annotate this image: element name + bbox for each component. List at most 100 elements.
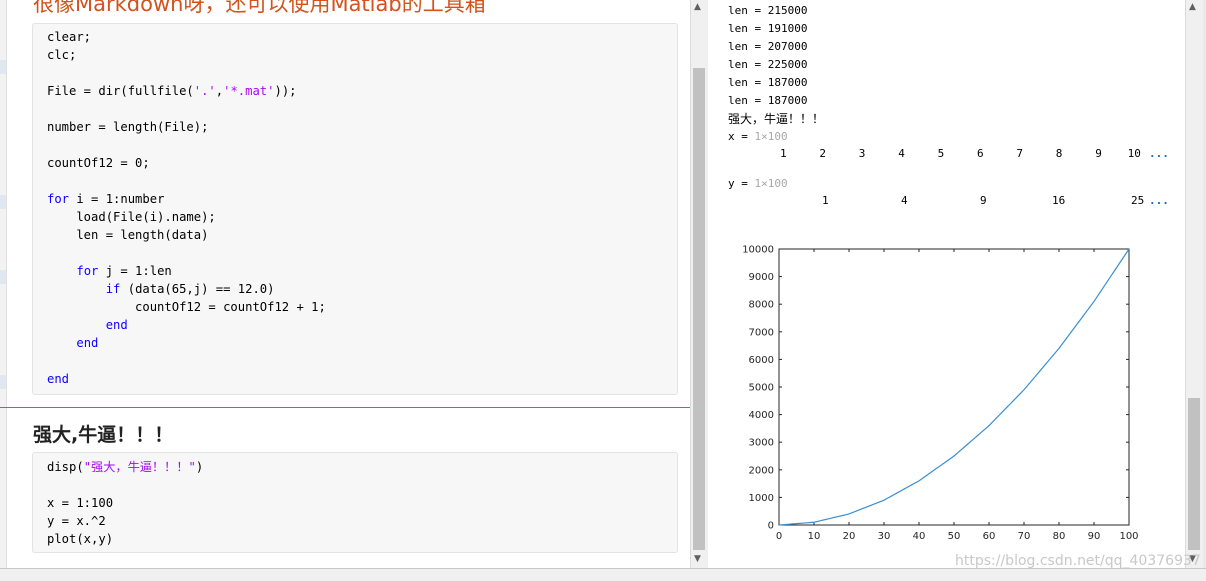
text-heading: 很像Markdown呀，还可以使用Matlab的工具箱 bbox=[33, 0, 486, 16]
x-tick-label: 70 bbox=[1018, 531, 1031, 542]
y-tick-label: 0 bbox=[768, 521, 774, 532]
x-tick-label: 30 bbox=[878, 531, 891, 542]
editor-gutter bbox=[0, 0, 7, 568]
code-line[interactable]: end bbox=[47, 370, 69, 388]
x-size-label: 1×100 bbox=[754, 130, 788, 143]
code-line[interactable]: y = x.^2 bbox=[47, 512, 106, 530]
len-output-line: len = 187000 bbox=[728, 76, 808, 89]
code-text: clc; bbox=[47, 48, 77, 62]
code-keyword: end bbox=[47, 372, 70, 386]
code-keyword: end bbox=[105, 318, 128, 332]
code-keyword: for bbox=[76, 264, 99, 278]
code-string: "强大，牛逼！！！" bbox=[83, 460, 196, 474]
editor-scrollbar[interactable]: ▲ ▼ bbox=[690, 0, 708, 568]
x-tick-label: 40 bbox=[913, 531, 926, 542]
y-variable-header: y = 1×100 bbox=[728, 177, 788, 190]
y-tick-label: 6000 bbox=[749, 355, 774, 366]
len-output-line: len = 207000 bbox=[728, 40, 808, 53]
code-block-1[interactable]: clear; clc; File = dir(fullfile('.','*.mat… bbox=[32, 23, 678, 395]
x-tick-label: 50 bbox=[948, 531, 961, 542]
x-value: 2 bbox=[819, 147, 827, 160]
x-value: 7 bbox=[1016, 147, 1024, 160]
code-string: '.' bbox=[193, 84, 216, 98]
y-tick-label: 2000 bbox=[749, 465, 774, 476]
code-line[interactable]: if (data(65,j) == 12.0) bbox=[47, 280, 275, 298]
y-ellipsis[interactable]: ... bbox=[1149, 194, 1169, 207]
output-scroll-thumb[interactable] bbox=[1188, 398, 1200, 550]
x-tick-label: 10 bbox=[808, 531, 821, 542]
y-tick-label: 4000 bbox=[749, 410, 774, 421]
plot-figure[interactable]: 0 10 20 30 40 50 60 70 80 90 100010002000300040005… bbox=[708, 236, 1185, 566]
output-scrollbar[interactable]: ▲ ▼ bbox=[1185, 0, 1203, 568]
code-text: , bbox=[215, 84, 224, 98]
scroll-up-arrow-icon[interactable]: ▲ bbox=[1189, 2, 1196, 12]
x-tick-label: 0 bbox=[776, 531, 782, 542]
code-line[interactable]: clear; bbox=[47, 28, 91, 46]
code-line[interactable]: disp("强大，牛逼！！！") bbox=[47, 458, 203, 476]
code-line[interactable]: len = length(data) bbox=[47, 226, 208, 244]
y-tick-label: 1000 bbox=[749, 493, 774, 504]
x-value: 4 bbox=[898, 147, 905, 160]
code-line[interactable]: countOf12 = countOf12 + 1; bbox=[47, 298, 326, 316]
code-text: ) bbox=[195, 460, 204, 474]
code-line[interactable]: load(File(i).name); bbox=[47, 208, 215, 226]
code-line[interactable]: clc; bbox=[47, 46, 76, 64]
section-title: 强大,牛逼！！！ bbox=[33, 424, 174, 446]
disp-output: 强大，牛逼！！！ bbox=[728, 112, 825, 126]
code-line[interactable]: end bbox=[47, 316, 128, 334]
len-output-line: len = 187000 bbox=[728, 94, 808, 107]
x-tick-label: 90 bbox=[1088, 531, 1101, 542]
x-variable-header: x = 1×100 bbox=[728, 130, 788, 143]
y-value: 16 bbox=[1052, 194, 1066, 207]
code-text: countOf12 = 0; bbox=[47, 156, 150, 170]
x-value: 1 bbox=[780, 147, 787, 160]
x-ellipsis[interactable]: ... bbox=[1149, 147, 1169, 160]
x-value: 3 bbox=[858, 147, 866, 160]
y-tick-label: 8000 bbox=[749, 300, 774, 311]
code-text: x = 1:100 bbox=[47, 496, 114, 510]
plot-axes-box bbox=[778, 248, 1130, 526]
code-line[interactable]: File = dir(fullfile('.','*.mat')); bbox=[47, 82, 297, 100]
x-value: 8 bbox=[1055, 147, 1063, 160]
code-line[interactable]: plot(x,y) bbox=[47, 530, 113, 548]
x-tick-label: 60 bbox=[983, 531, 996, 542]
code-text: plot(x,y) bbox=[47, 532, 114, 546]
y-tick-label: 10000 bbox=[742, 245, 774, 256]
code-text: disp( bbox=[47, 460, 84, 474]
code-text: (data(65,j) == 12.0) bbox=[120, 282, 275, 296]
y-tick-label: 3000 bbox=[749, 438, 774, 449]
y-value: 9 bbox=[980, 194, 987, 207]
x-value: 5 bbox=[937, 147, 945, 160]
x-value: 6 bbox=[977, 147, 984, 160]
code-line[interactable]: countOf12 = 0; bbox=[47, 154, 150, 172]
code-line[interactable]: number = length(File); bbox=[47, 118, 208, 136]
status-bar bbox=[0, 568, 1206, 581]
watermark: https://blog.csdn.net/qq_40376937 bbox=[955, 553, 1201, 569]
code-text: len = length(data) bbox=[47, 228, 209, 242]
scroll-up-arrow-icon[interactable]: ▲ bbox=[694, 2, 701, 12]
code-block-2[interactable]: disp("强大，牛逼！！！") x = 1:100 y = x.^2 plot(x,… bbox=[32, 452, 678, 553]
y-tick-label: 7000 bbox=[749, 327, 774, 338]
x-tick-label: 80 bbox=[1053, 531, 1066, 542]
x-tick-label: 20 bbox=[843, 531, 856, 542]
y-tick-label: 5000 bbox=[749, 383, 774, 394]
code-line[interactable]: for j = 1:len bbox=[47, 262, 171, 280]
editor-scroll-thumb[interactable] bbox=[693, 68, 705, 550]
x-tick-label: 100 bbox=[1119, 531, 1138, 542]
x-value: 10 bbox=[1127, 147, 1141, 160]
code-line[interactable]: for i = 1:number bbox=[47, 190, 164, 208]
len-output-line: len = 225000 bbox=[728, 58, 808, 71]
scroll-down-arrow-icon[interactable]: ▼ bbox=[694, 554, 701, 564]
live-editor-pane[interactable]: 很像Markdown呀，还可以使用Matlab的工具箱 clear; clc; Fi… bbox=[0, 0, 690, 568]
len-output-line: len = 215000 bbox=[728, 4, 808, 17]
code-text: )); bbox=[274, 84, 297, 98]
code-text: countOf12 = countOf12 + 1; bbox=[47, 300, 326, 314]
code-line[interactable]: end bbox=[47, 334, 98, 352]
code-keyword: if bbox=[105, 282, 121, 296]
code-line[interactable]: x = 1:100 bbox=[47, 494, 113, 512]
code-keyword: end bbox=[76, 336, 99, 350]
output-pane[interactable]: len = 215000 len = 191000 len = 207000 len … bbox=[708, 0, 1185, 568]
